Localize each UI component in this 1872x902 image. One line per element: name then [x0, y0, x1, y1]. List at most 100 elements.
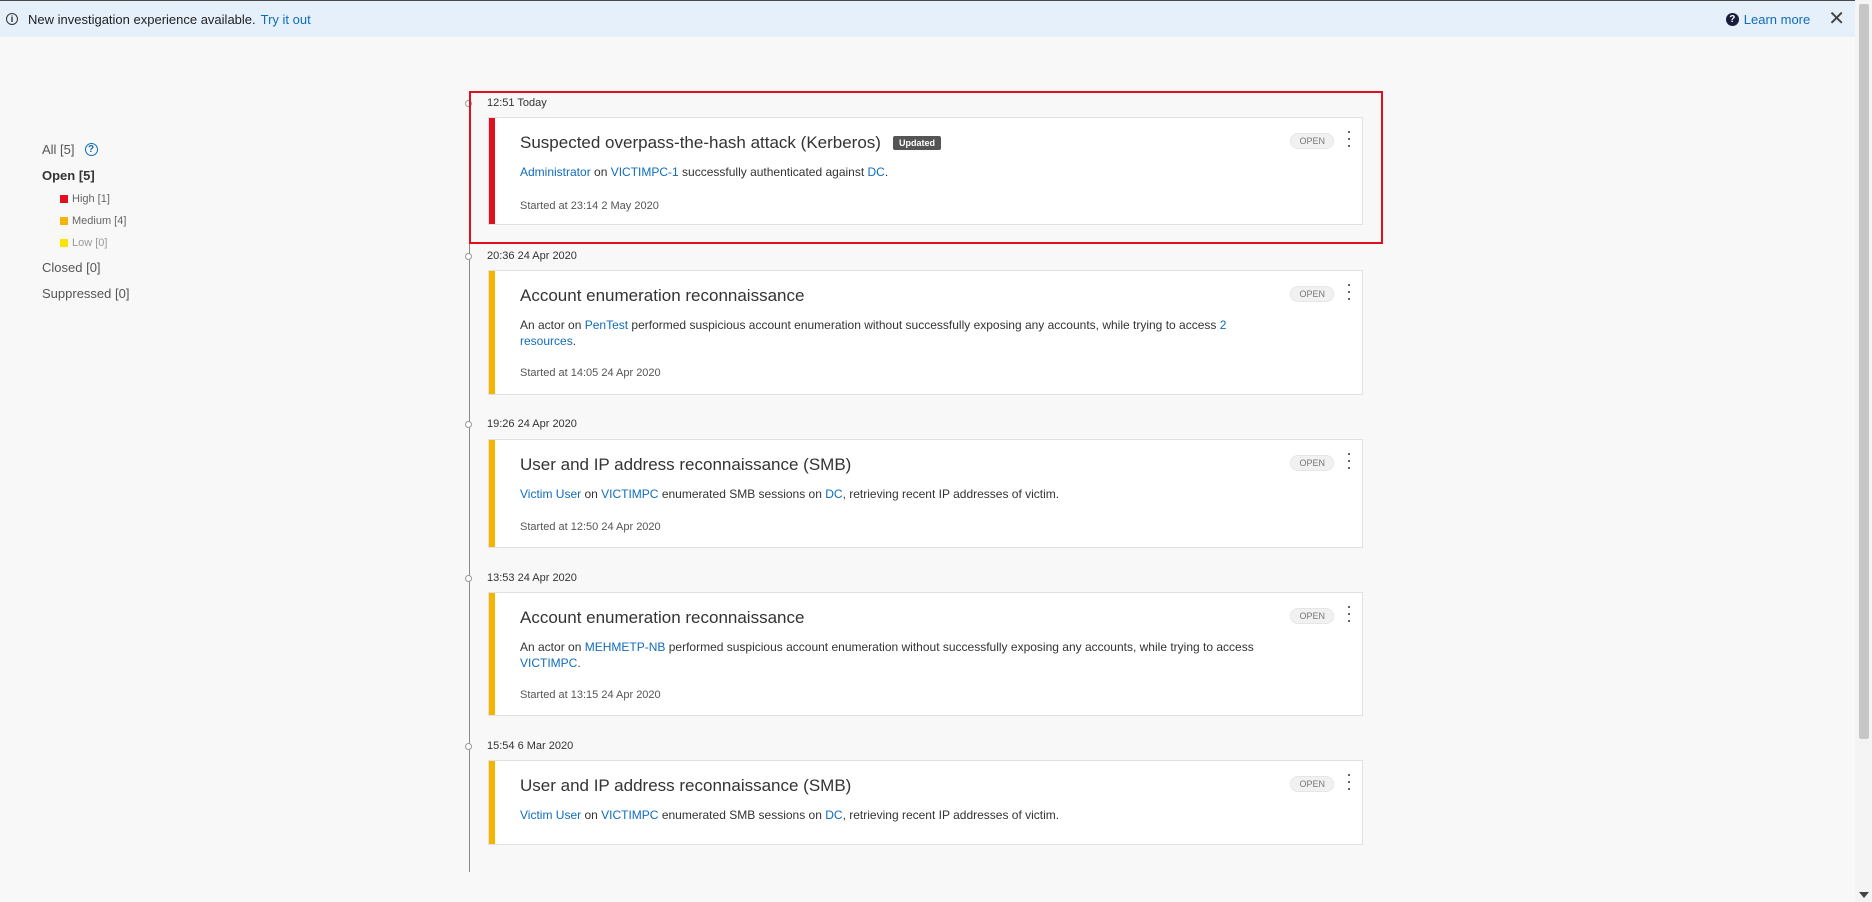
alert-title[interactable]: User and IP address reconnaissance (SMB) — [520, 455, 851, 475]
filter-medium-label: Medium [4] — [72, 215, 127, 227]
alert-time: 12:51 Today — [487, 97, 547, 109]
description-text: , retrieving recent IP addresses of vict… — [842, 487, 1060, 501]
medium-severity-swatch — [60, 217, 68, 225]
entity-link[interactable]: VICTIMPC — [601, 487, 658, 501]
filter-all-label: All [5] — [42, 141, 75, 157]
updated-badge: Updated — [892, 136, 941, 150]
entity-link[interactable]: VICTIMPC — [520, 656, 577, 670]
entity-link[interactable]: DC — [825, 808, 842, 822]
alert-title-row: Account enumeration reconnaissance — [520, 286, 804, 306]
filter-high[interactable]: High [1] — [42, 188, 129, 210]
description-text: An actor on — [520, 318, 585, 332]
learn-more-link[interactable]: Learn more — [1744, 12, 1810, 27]
description-text: on — [581, 487, 602, 501]
description-text: . — [572, 334, 577, 348]
alert-card[interactable]: User and IP address reconnaissance (SMB)… — [488, 439, 1363, 548]
alert-started: Started at 23:14 2 May 2020 — [520, 200, 659, 212]
banner-message: New investigation experience available. — [28, 11, 256, 27]
notification-banner: i New investigation experience available… — [0, 0, 1855, 37]
filter-suppressed[interactable]: Suppressed [0] — [42, 280, 129, 306]
alert-filters: All [5] ? Open [5] High [1] Medium [4] L… — [42, 136, 129, 306]
description-text: successfully authenticated against — [678, 165, 868, 179]
more-options-icon[interactable] — [1346, 453, 1352, 469]
filter-closed[interactable]: Closed [0] — [42, 254, 129, 280]
status-badge: OPEN — [1290, 455, 1334, 471]
alert-title[interactable]: User and IP address reconnaissance (SMB) — [520, 776, 851, 796]
more-options-icon[interactable] — [1346, 131, 1352, 147]
description-text: performed suspicious account enumeration… — [628, 318, 1220, 332]
alert-time: 19:26 24 Apr 2020 — [487, 418, 577, 430]
alert-started: Started at 14:05 24 Apr 2020 — [520, 367, 661, 379]
filter-high-label: High [1] — [72, 193, 110, 205]
description-text: , retrieving recent IP addresses of vict… — [842, 808, 1060, 822]
help-icon[interactable]: ? — [1725, 12, 1739, 26]
try-it-out-link[interactable]: Try it out — [261, 12, 311, 27]
alert-card[interactable]: Suspected overpass-the-hash attack (Kerb… — [488, 117, 1363, 225]
filter-closed-label: Closed [0] — [42, 259, 101, 275]
timeline-dot — [465, 421, 472, 428]
severity-bar — [489, 118, 495, 224]
alert-card[interactable]: Account enumeration reconnaissance An ac… — [488, 270, 1363, 395]
vertical-scrollbar[interactable] — [1855, 0, 1872, 902]
description-text: on — [581, 808, 602, 822]
filter-medium[interactable]: Medium [4] — [42, 210, 129, 232]
entity-link[interactable]: Victim User — [520, 487, 581, 501]
more-options-icon[interactable] — [1346, 774, 1352, 790]
filter-suppressed-label: Suppressed [0] — [42, 285, 130, 301]
timeline-dot — [465, 253, 472, 260]
description-text: . — [577, 656, 581, 670]
scrollbar-thumb[interactable] — [1859, 4, 1869, 739]
timeline-dot — [465, 743, 472, 750]
filter-low[interactable]: Low [0] — [42, 232, 129, 254]
description-text: enumerated SMB sessions on — [658, 808, 826, 822]
question-icon[interactable]: ? — [84, 142, 98, 156]
alert-title-row: User and IP address reconnaissance (SMB) — [520, 776, 851, 796]
more-options-icon[interactable] — [1346, 606, 1352, 622]
entity-link[interactable]: PenTest — [585, 318, 628, 332]
low-severity-swatch — [60, 239, 68, 247]
entity-link[interactable]: Administrator — [520, 165, 591, 179]
high-severity-swatch — [60, 195, 68, 203]
more-options-icon[interactable] — [1346, 284, 1352, 300]
entity-link[interactable]: Victim User — [520, 808, 581, 822]
status-badge: OPEN — [1290, 133, 1334, 149]
description-text: performed suspicious account enumeration… — [665, 640, 1254, 654]
filter-open[interactable]: Open [5] — [42, 162, 129, 188]
severity-bar — [489, 271, 495, 394]
alert-title-row: User and IP address reconnaissance (SMB) — [520, 455, 851, 475]
alert-card[interactable]: Account enumeration reconnaissance An ac… — [488, 592, 1363, 716]
description-text: An actor on — [520, 640, 585, 654]
entity-link[interactable]: DC — [868, 165, 885, 179]
close-icon[interactable]: ✕ — [1828, 9, 1845, 29]
filter-low-label: Low [0] — [72, 237, 108, 249]
entity-link[interactable]: DC — [825, 487, 842, 501]
description-text: . — [884, 165, 889, 179]
alert-time: 15:54 6 Mar 2020 — [487, 740, 574, 752]
alert-card[interactable]: User and IP address reconnaissance (SMB)… — [488, 760, 1363, 845]
severity-bar — [489, 761, 495, 844]
entity-link[interactable]: MEHMETP-NB — [585, 640, 666, 654]
alert-title[interactable]: Account enumeration reconnaissance — [520, 286, 804, 306]
filter-all[interactable]: All [5] ? — [42, 136, 129, 162]
alert-title[interactable]: Suspected overpass-the-hash attack (Kerb… — [520, 133, 881, 153]
severity-bar — [489, 440, 495, 547]
status-badge: OPEN — [1290, 776, 1334, 792]
status-badge: OPEN — [1290, 608, 1334, 624]
alert-title-row: Suspected overpass-the-hash attack (Kerb… — [520, 133, 941, 153]
alert-description: An actor on PenTest performed suspicious… — [520, 317, 1280, 349]
alert-time: 13:53 24 Apr 2020 — [487, 572, 577, 584]
entity-link[interactable]: VICTIMPC — [601, 808, 658, 822]
alert-description: Victim User on VICTIMPC enumerated SMB s… — [520, 486, 1280, 502]
severity-bar — [489, 593, 495, 715]
status-badge: OPEN — [1290, 286, 1334, 302]
alert-title[interactable]: Account enumeration reconnaissance — [520, 608, 804, 628]
timeline-line — [469, 100, 470, 872]
alert-title-row: Account enumeration reconnaissance — [520, 608, 804, 628]
scroll-down-arrow-icon[interactable] — [1859, 892, 1869, 898]
alert-description: Victim User on VICTIMPC enumerated SMB s… — [520, 807, 1280, 823]
timeline-dot — [465, 100, 472, 107]
entity-link[interactable]: VICTIMPC-1 — [611, 165, 679, 179]
description-text: on — [590, 165, 611, 179]
timeline-dot — [465, 575, 472, 582]
banner-actions: ? Learn more ✕ — [1725, 1, 1845, 37]
